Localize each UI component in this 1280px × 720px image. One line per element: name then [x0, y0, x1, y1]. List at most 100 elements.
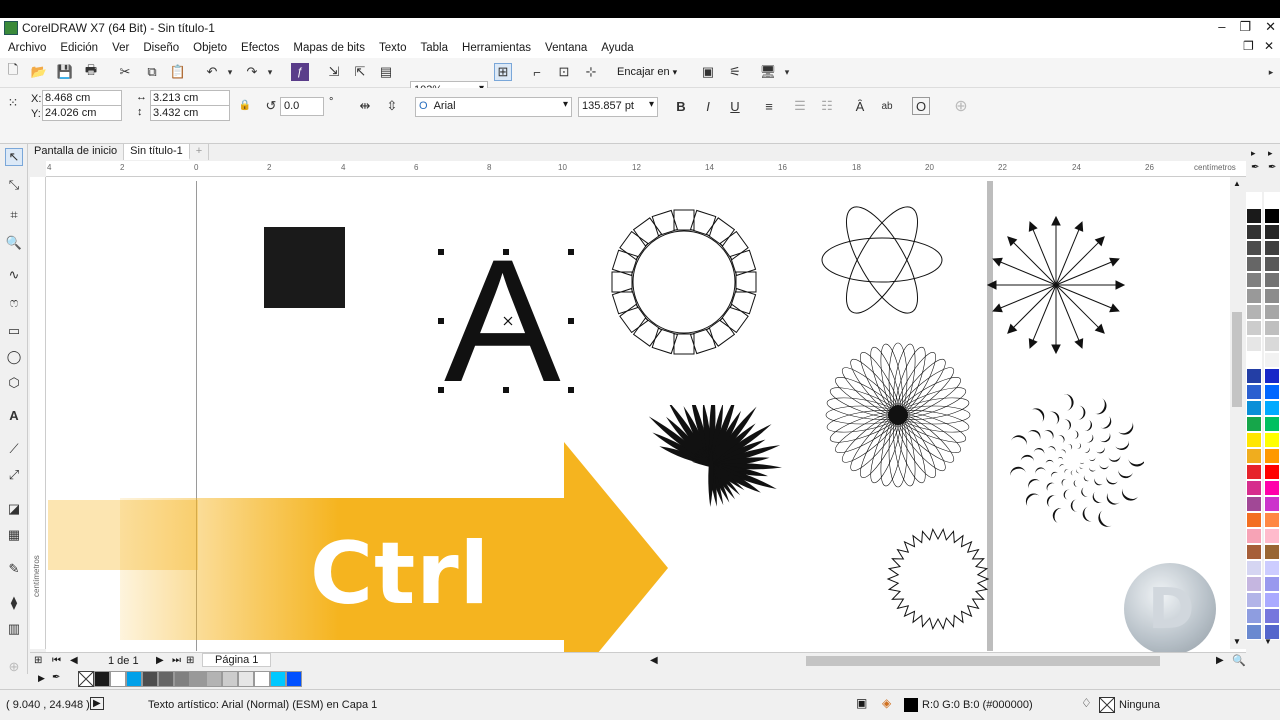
color-swatch[interactable]	[1246, 528, 1262, 544]
interactive-fill-icon[interactable]: ⧫	[5, 594, 23, 612]
add-tool-icon[interactable]: ⊕	[5, 658, 23, 676]
publish-pdf-icon[interactable]: ▤	[377, 63, 395, 81]
menu-diseno[interactable]: Diseño	[143, 42, 179, 54]
maximize-icon[interactable]: ❐	[1239, 19, 1251, 35]
artistic-media-tool-icon[interactable]: ෆ	[5, 294, 23, 312]
first-page-icon[interactable]: ⏮	[52, 655, 61, 666]
restore-doc-icon[interactable]: ❐	[1243, 39, 1254, 53]
open-folder-icon[interactable]: 📂	[30, 63, 48, 81]
add-page-before-icon[interactable]: ⊞	[34, 655, 42, 666]
fullscreen-preview-icon[interactable]: ⊞	[494, 63, 512, 81]
snap-to-dropdown[interactable]: Encajar en ▾	[617, 66, 677, 78]
close-doc-icon[interactable]: ✕	[1264, 39, 1274, 53]
color-swatch[interactable]	[1246, 624, 1262, 640]
color-swatch[interactable]	[1264, 208, 1280, 224]
arrow-starburst-shape[interactable]	[984, 213, 1128, 357]
text-align-icon[interactable]: ≡	[760, 97, 778, 115]
print-icon[interactable]: 🖶	[82, 62, 100, 81]
horizontal-scroll-thumb[interactable]	[806, 656, 1160, 666]
mirror-vertical-icon[interactable]: ⇳	[383, 97, 401, 115]
paste-icon[interactable]: 📋	[169, 63, 187, 81]
polygon-tool-icon[interactable]: ⬡	[5, 374, 23, 392]
color-swatch[interactable]	[1264, 256, 1280, 272]
black-square-shape[interactable]	[264, 227, 345, 308]
color-swatch[interactable]	[1246, 560, 1262, 576]
menu-ventana[interactable]: Ventana	[545, 42, 587, 54]
palette-scroll-up-2-icon[interactable]: ▸	[1268, 148, 1273, 159]
color-swatch[interactable]	[1264, 480, 1280, 496]
text-properties-icon[interactable]: Ȃ	[851, 97, 869, 115]
color-swatch[interactable]	[1246, 320, 1262, 336]
menu-objeto[interactable]: Objeto	[193, 42, 227, 54]
scroll-right-icon[interactable]: ▶	[1216, 655, 1224, 666]
color-swatch[interactable]	[1246, 512, 1262, 528]
show-guidelines-icon[interactable]: ⊹	[582, 63, 600, 81]
page-tab[interactable]: Página 1	[202, 653, 272, 667]
eyedropper-palette-icon[interactable]: ✒	[1251, 162, 1259, 173]
mirror-horizontal-icon[interactable]: ⇹	[356, 97, 374, 115]
color-swatch[interactable]	[1264, 544, 1280, 560]
italic-icon[interactable]: I	[699, 97, 717, 115]
color-swatch[interactable]	[1246, 464, 1262, 480]
tab-document[interactable]: Sin título-1	[124, 144, 190, 160]
color-swatch[interactable]	[1246, 256, 1262, 272]
minimize-icon[interactable]: –	[1218, 19, 1225, 35]
doc-color-swatch[interactable]	[222, 671, 238, 687]
doc-palette-eyedropper-icon[interactable]: ✒	[52, 672, 60, 683]
toolbar-overflow-icon[interactable]: ▸	[1262, 63, 1280, 81]
vertical-ruler[interactable]: centímetros	[30, 177, 46, 649]
lock-ratio-icon[interactable]: 🔒	[236, 96, 254, 114]
color-swatch[interactable]	[1246, 608, 1262, 624]
doc-color-swatch[interactable]	[206, 671, 222, 687]
color-swatch[interactable]	[1246, 416, 1262, 432]
color-swatch[interactable]	[1264, 528, 1280, 544]
object-origin-icon[interactable]: ⁙	[4, 94, 22, 112]
doc-color-swatch[interactable]	[190, 671, 206, 687]
width-field[interactable]: 3.213 cm	[150, 90, 230, 106]
show-rulers-icon[interactable]: ⌐	[528, 63, 546, 81]
freehand-tool-icon[interactable]: ∿	[5, 266, 23, 284]
fill-color-swatch[interactable]	[904, 698, 918, 712]
color-swatch[interactable]	[1264, 432, 1280, 448]
menu-archivo[interactable]: Archivo	[8, 42, 46, 54]
scroll-up-icon[interactable]: ▲	[1233, 179, 1241, 188]
doc-color-swatch[interactable]	[174, 671, 190, 687]
doc-color-swatch[interactable]	[270, 671, 286, 687]
export-icon[interactable]: ⇱	[351, 63, 369, 81]
next-page-icon[interactable]: ▶	[156, 655, 164, 666]
color-swatch[interactable]	[1246, 208, 1262, 224]
color-swatch[interactable]	[1264, 496, 1280, 512]
horizontal-text-icon[interactable]: O	[912, 97, 930, 115]
doc-color-swatch[interactable]	[142, 671, 158, 687]
shape-tool-icon[interactable]: ⤡	[5, 176, 23, 194]
parallel-dimension-tool-icon[interactable]: ⟋	[5, 440, 23, 458]
new-file-icon[interactable]: 🗋	[4, 62, 22, 81]
color-swatch[interactable]	[1264, 304, 1280, 320]
color-swatch[interactable]	[1264, 368, 1280, 384]
palette-scroll-down-icon[interactable]: ▼	[1233, 637, 1241, 646]
color-swatch[interactable]	[1264, 464, 1280, 480]
import-icon[interactable]: ⇲	[325, 63, 343, 81]
color-eyedropper-icon[interactable]: ✎	[5, 560, 23, 578]
undo-icon[interactable]: ↶	[203, 63, 221, 81]
drop-shadow-tool-icon[interactable]: ◪	[5, 500, 23, 518]
options-icon[interactable]: ▣	[699, 63, 717, 81]
transparency-tool-icon[interactable]: ▦	[5, 526, 23, 544]
zigzag-star-shape[interactable]	[886, 527, 990, 631]
color-swatch[interactable]	[1264, 384, 1280, 400]
vertical-scrollbar[interactable]: ▲ ▼	[1230, 177, 1246, 649]
color-swatch[interactable]	[1246, 224, 1262, 240]
crop-tool-icon[interactable]: ⌗	[5, 206, 23, 224]
color-swatch[interactable]	[1264, 560, 1280, 576]
font-size-dropdown[interactable]: 135.857 pt	[578, 97, 658, 117]
color-swatch[interactable]	[1246, 432, 1262, 448]
last-page-icon[interactable]: ⏭	[172, 655, 181, 666]
navigator-zoom-icon[interactable]: 🔍	[1232, 654, 1246, 667]
quick-customize-icon[interactable]: ⊕	[952, 97, 970, 115]
color-swatch[interactable]	[1264, 336, 1280, 352]
doc-color-swatch[interactable]	[238, 671, 254, 687]
pick-tool-icon[interactable]: ↖	[5, 148, 23, 166]
welcome-dropdown-icon[interactable]: ▾	[778, 63, 796, 81]
bold-icon[interactable]: B	[672, 97, 690, 115]
selection-handles[interactable]	[436, 247, 576, 397]
